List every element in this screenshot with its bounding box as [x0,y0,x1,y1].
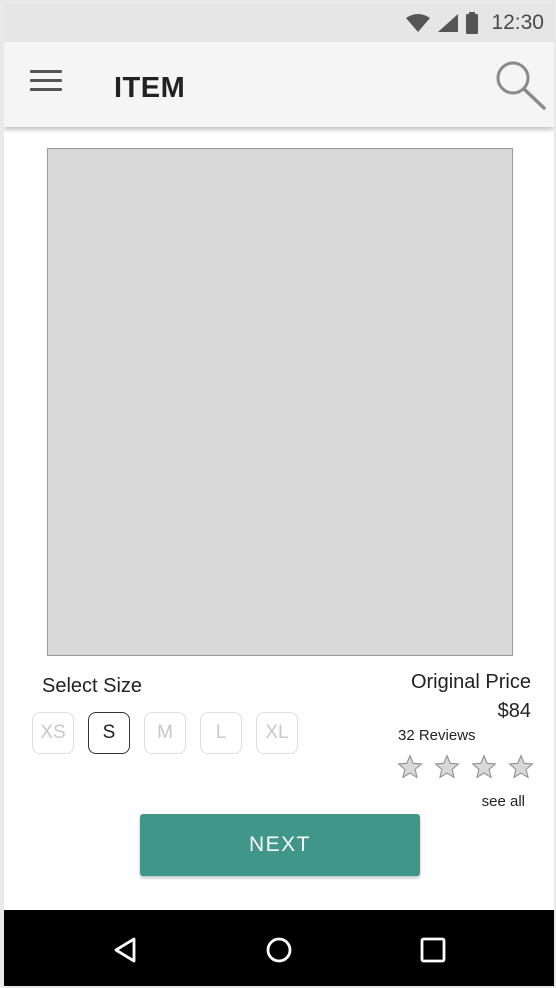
status-bar: 12:30 [4,4,554,42]
page-title: ITEM [114,72,186,104]
size-option-xl[interactable]: XL [256,712,298,754]
nav-bar [4,910,554,986]
size-option-xs[interactable]: XS [32,712,74,754]
size-options: XS S M L XL [32,712,298,754]
size-option-s[interactable]: S [88,712,130,754]
device-frame: 12:30 ITEM Select Size XS S M L XL Origi… [0,0,556,988]
star-icon [397,754,423,779]
star-icon [508,754,534,779]
back-icon[interactable] [105,930,145,970]
rating-stars [397,754,534,780]
size-option-l[interactable]: L [200,712,242,754]
star-icon [434,754,460,779]
search-icon[interactable] [492,58,548,114]
size-option-m[interactable]: M [144,712,186,754]
select-size-label: Select Size [42,675,143,697]
next-button[interactable]: NEXT [140,814,420,876]
home-icon[interactable] [259,930,299,970]
screen: 12:30 ITEM Select Size XS S M L XL Origi… [4,4,554,986]
app-bar: ITEM [4,42,554,127]
status-icons: 12:30 [405,4,544,42]
recents-icon[interactable] [413,930,453,970]
star-icon [471,754,497,779]
wifi-icon [406,14,431,32]
reviews-count: 32 Reviews [398,727,476,744]
battery-icon [466,12,479,34]
signal-icon [438,14,459,32]
see-all-reviews-link[interactable]: see all [482,793,525,810]
menu-icon[interactable] [30,70,62,96]
price-value: $84 [497,700,531,722]
product-image-placeholder [47,148,513,656]
status-time: 12:30 [491,11,544,34]
original-price-label: Original Price [410,671,531,693]
